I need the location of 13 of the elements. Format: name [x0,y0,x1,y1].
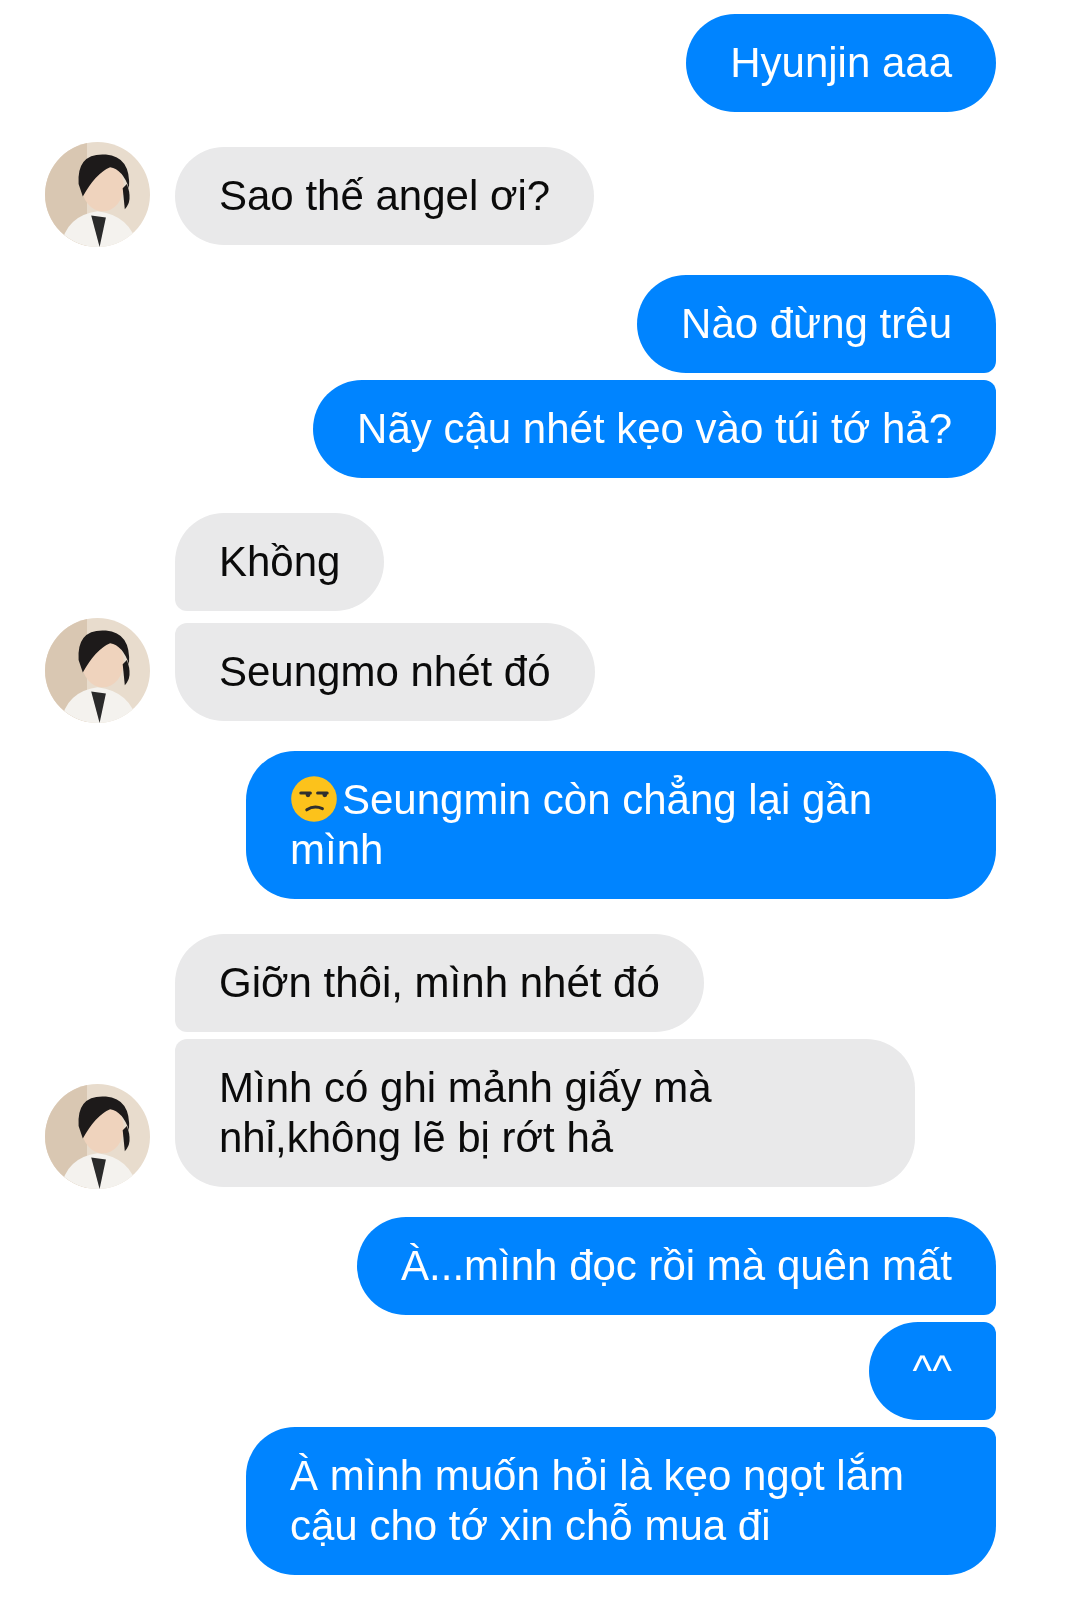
message-bubble: Khồng [175,513,385,611]
message-bubble: Hyunjin aaa [686,14,996,112]
message-bubble: ^^ [868,1322,996,1420]
message-bubble: À...mình đọc rồi mà quên mất [357,1217,996,1315]
message-bubble: Mình có ghi mảnh giấy mà nhỉ,không lẽ bị rớt hả [175,1039,915,1187]
message-bubble: Seungmo nhét đó [175,623,595,721]
unamused-face-icon [290,775,338,823]
message-bubble: Sao thế angel ơi? [175,147,595,245]
message-bubble: Giỡn thôi, mình nhét đó [175,934,704,1032]
message-bubble: Nào đừng trêu [637,275,996,373]
message-bubble: Seungmin còn chẳng lại gần mình [246,751,996,899]
message-bubble: Nãy cậu nhét kẹo vào túi tớ hả? [313,380,996,478]
message-bubble: À mình muốn hỏi là kẹo ngọt lắm cậu cho tớ xin chỗ mua đi [246,1427,996,1575]
